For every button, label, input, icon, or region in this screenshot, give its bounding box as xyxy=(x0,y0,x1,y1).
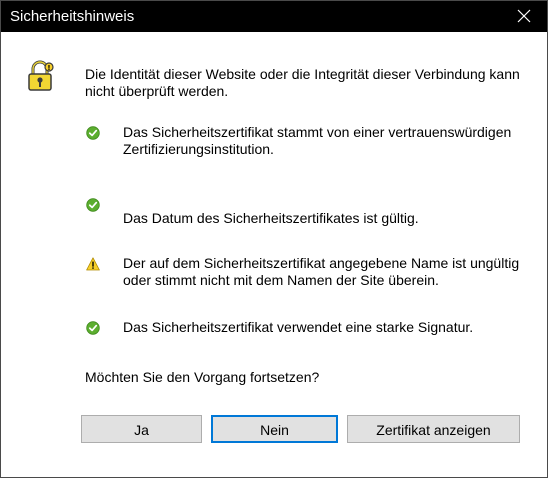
check-circle-icon xyxy=(86,198,100,212)
intro-text: Die Identität dieser Website oder die In… xyxy=(85,66,520,99)
check-circle-icon xyxy=(86,126,100,140)
status-item-name-mismatch: Der auf dem Sicherheitszertifikat angege… xyxy=(123,255,520,288)
close-icon xyxy=(517,9,531,23)
no-button[interactable]: Nein xyxy=(211,415,338,443)
status-item-strong-signature: Das Sicherheitszertifikat verwendet eine… xyxy=(123,319,474,335)
security-lock-icon: ! xyxy=(28,60,54,91)
check-circle-icon xyxy=(86,321,100,335)
security-alert-dialog: Sicherheitshinweis ! Die Identität diese… xyxy=(0,0,548,478)
status-item-trusted-ca: Das Sicherheitszertifikat stammt von ein… xyxy=(123,124,512,157)
status-item-date-valid: Das Datum des Sicherheitszertifikates is… xyxy=(123,210,419,226)
dialog-title: Sicherheitshinweis xyxy=(10,8,135,25)
title-bar[interactable]: Sicherheitshinweis xyxy=(1,1,547,32)
svg-text:!: ! xyxy=(47,64,50,72)
yes-button[interactable]: Ja xyxy=(81,415,202,443)
view-certificate-button[interactable]: Zertifikat anzeigen xyxy=(347,415,520,443)
warning-triangle-icon xyxy=(86,257,100,271)
continue-question: Möchten Sie den Vorgang fortsetzen? xyxy=(85,369,320,385)
close-button[interactable] xyxy=(501,1,547,32)
